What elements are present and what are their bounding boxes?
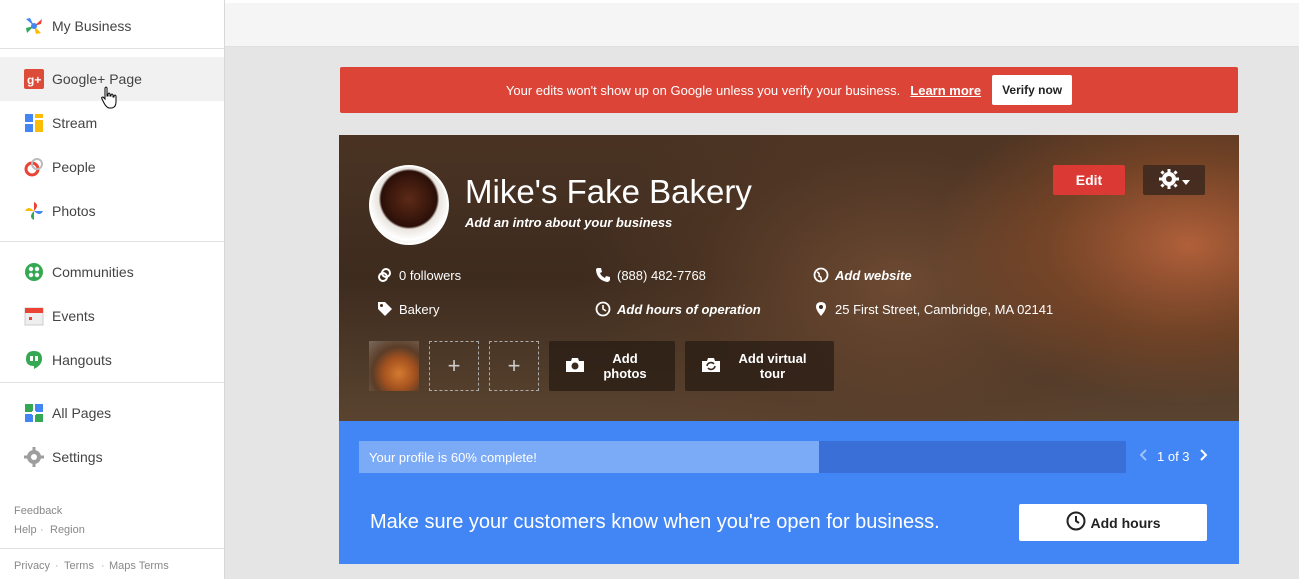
sidebar-item-label: Photos	[52, 203, 96, 219]
business-name: Mike's Fake Bakery	[465, 173, 752, 210]
hours-info[interactable]: Add hours of operation	[595, 301, 761, 317]
people-icon	[24, 157, 44, 177]
business-category: Bakery	[399, 301, 440, 317]
camera-icon	[565, 357, 585, 376]
learn-more-link[interactable]: Learn more	[910, 83, 981, 98]
sidebar-item-photos[interactable]: Photos	[0, 189, 224, 233]
phone-number: (888) 482-7768	[617, 267, 706, 283]
add-hours-link[interactable]: Add hours of operation	[617, 302, 761, 317]
verify-alert-banner: Your edits won't show up on Google unles…	[340, 67, 1238, 113]
sidebar-item-all-pages[interactable]: All Pages	[0, 391, 224, 435]
add-hours-label: Add hours	[1090, 514, 1161, 531]
add-virtual-tour-button[interactable]: Add virtual tour	[685, 341, 834, 391]
globe-icon	[813, 267, 829, 283]
chevron-right-icon[interactable]	[1199, 449, 1208, 464]
sidebar-item-label: Events	[52, 308, 95, 324]
top-bar	[225, 3, 1299, 47]
business-avatar[interactable]	[369, 165, 449, 245]
gear-icon	[1158, 168, 1179, 192]
website-info[interactable]: Add website	[813, 267, 912, 283]
progress-text: Your profile is 60% complete!	[369, 450, 537, 465]
followers-count: 0 followers	[399, 267, 462, 283]
stream-icon	[24, 113, 44, 133]
edit-button[interactable]: Edit	[1053, 165, 1125, 195]
region-link[interactable]: Region	[50, 524, 85, 536]
sidebar-item-label: Hangouts	[52, 352, 112, 368]
calendar-icon	[24, 306, 44, 326]
phone-icon	[595, 267, 611, 283]
google-plus-icon: g+	[24, 69, 44, 89]
sidebar-item-events[interactable]: Events	[0, 294, 224, 338]
add-photos-button[interactable]: Add photos	[549, 341, 675, 391]
verify-now-button[interactable]: Verify now	[992, 75, 1073, 105]
photos-pinwheel-icon	[24, 201, 44, 221]
link-icon	[377, 267, 393, 283]
phone-info: (888) 482-7768	[595, 267, 706, 283]
all-pages-icon	[24, 403, 44, 423]
sidebar-item-communities[interactable]: Communities	[0, 250, 224, 294]
add-photo-slot[interactable]: +	[489, 341, 539, 391]
svg-text:g+: g+	[27, 73, 41, 87]
sidebar: My Business g+ Google+ Page Stream Peopl…	[0, 0, 225, 579]
hangouts-icon	[24, 350, 44, 370]
add-website-link[interactable]: Add website	[835, 268, 912, 283]
sidebar-item-my-business[interactable]: My Business	[0, 4, 224, 48]
business-cover-card: Mike's Fake Bakery Add an intro about yo…	[339, 135, 1239, 421]
tag-icon	[377, 301, 393, 317]
add-intro-link[interactable]: Add an intro about your business	[465, 215, 672, 230]
add-virtual-tour-label: Add virtual tour	[738, 351, 807, 381]
feedback-link[interactable]: Feedback	[14, 505, 62, 517]
clock-icon	[595, 301, 611, 317]
my-business-icon	[24, 16, 44, 36]
profile-completion-panel: Your profile is 60% complete! 1 of 3 Mak…	[339, 421, 1239, 564]
sidebar-item-label: Google+ Page	[52, 71, 142, 87]
followers-info: 0 followers	[377, 267, 461, 283]
sidebar-item-settings[interactable]: Settings	[0, 435, 224, 479]
sidebar-item-label: Communities	[52, 264, 134, 280]
camera-rotate-icon	[701, 357, 721, 376]
business-address: 25 First Street, Cambridge, MA 02141	[835, 301, 1054, 317]
sidebar-item-label: My Business	[52, 18, 132, 34]
sidebar-item-label: People	[52, 159, 96, 175]
photo-thumbnail[interactable]	[369, 341, 419, 391]
sidebar-item-label: All Pages	[52, 405, 112, 421]
footer-separator: ·	[40, 524, 44, 536]
alert-message: Your edits won't show up on Google unles…	[505, 82, 901, 98]
clock-icon	[1066, 511, 1086, 534]
map-pin-icon	[813, 301, 829, 317]
add-photos-label: Add photos	[603, 351, 647, 381]
footer-separator: ·	[55, 560, 59, 572]
gear-icon	[24, 447, 44, 467]
add-photo-slot[interactable]: +	[429, 341, 479, 391]
communities-icon	[24, 262, 44, 282]
footer-separator: ·	[101, 560, 105, 572]
sidebar-item-label: Stream	[52, 115, 98, 131]
sidebar-item-stream[interactable]: Stream	[0, 101, 224, 145]
sidebar-item-label: Settings	[52, 449, 103, 465]
privacy-link[interactable]: Privacy	[14, 560, 50, 572]
chevron-down-icon	[1181, 173, 1190, 188]
profile-progress-bar: Your profile is 60% complete!	[359, 441, 1126, 473]
help-link[interactable]: Help	[14, 524, 37, 536]
category-info: Bakery	[377, 301, 439, 317]
tip-message: Make sure your customers know when you'r…	[370, 511, 940, 533]
terms-link[interactable]: Terms	[64, 560, 94, 572]
sidebar-item-people[interactable]: People	[0, 145, 224, 189]
pager-text: 1 of 3	[1157, 449, 1190, 464]
settings-menu-button[interactable]	[1143, 165, 1205, 195]
tip-pager: 1 of 3	[1139, 449, 1208, 464]
add-hours-button[interactable]: Add hours	[1019, 504, 1207, 541]
address-info: 25 First Street, Cambridge, MA 02141	[813, 301, 1053, 317]
maps-terms-link[interactable]: Maps Terms	[109, 560, 169, 572]
chevron-left-icon[interactable]	[1139, 449, 1147, 464]
sidebar-item-hangouts[interactable]: Hangouts	[0, 338, 224, 382]
